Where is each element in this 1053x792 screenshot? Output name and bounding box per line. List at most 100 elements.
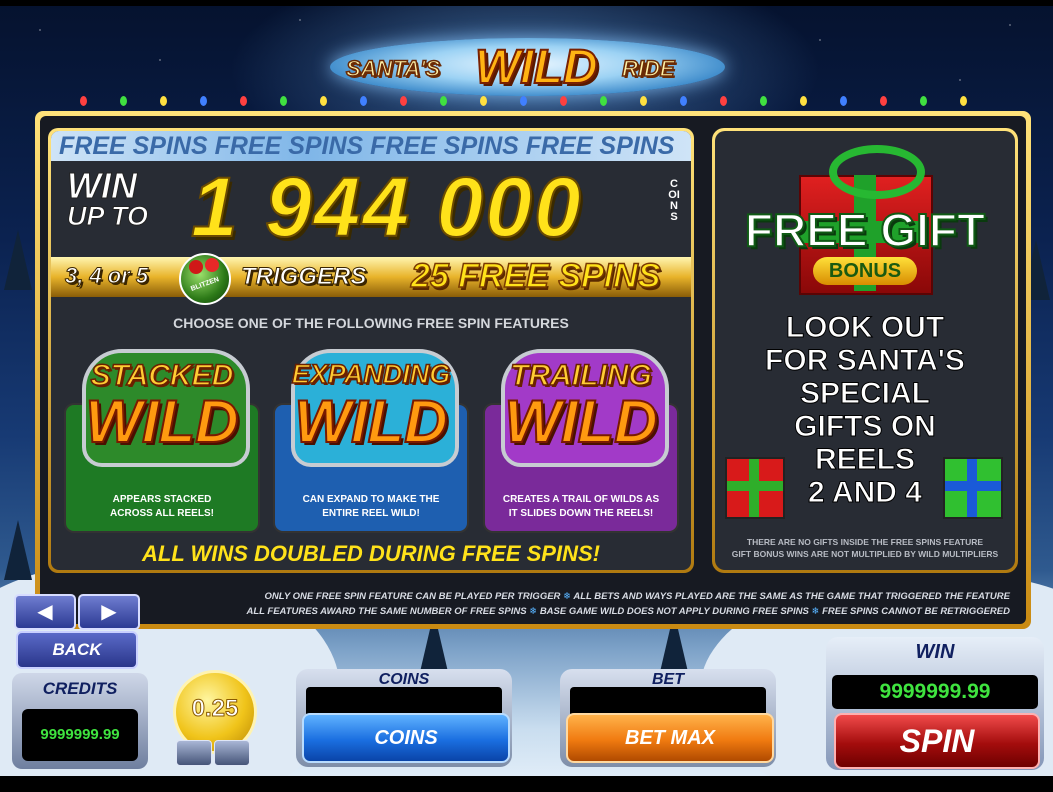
win-up-to-label: WIN UP TO (67, 165, 177, 232)
feature-wild: WILD (503, 387, 658, 456)
choose-feature-text: CHOOSE ONE OF THE FOLLOWING FREE SPIN FE… (173, 315, 569, 331)
credits-panel: CREDITS 9999999.99 (12, 673, 148, 769)
win-value: 9999999.99 (832, 675, 1038, 709)
feature-expanding-wild: EXPANDING WILD CAN EXPAND TO MAKE THE EN… (273, 349, 469, 535)
scatter-symbol-label: BLITZEN (189, 276, 221, 293)
next-page-button[interactable]: ▶ (78, 594, 140, 630)
light-bulb (920, 96, 927, 106)
light-bulb (160, 96, 167, 106)
rule-text: ALL FEATURES AWARD THE SAME NUMBER OF FR… (246, 606, 527, 617)
red-gift-icon (725, 457, 785, 519)
top-letterbox (0, 0, 1053, 6)
green-gift-icon (943, 457, 1003, 519)
triggers-text: TRIGGERS (240, 263, 367, 291)
wins-doubled-text: ALL WINS DOUBLED DURING FREE SPINS! (142, 541, 600, 566)
ornament-ball-icon (205, 258, 219, 272)
bonus-tag: BONUS (813, 257, 917, 285)
scatter-symbol-icon: BLITZEN (179, 253, 231, 305)
trigger-bar: 3, 4 or 5 BLITZEN TRIGGERS 25 FREE SPINS (51, 253, 691, 305)
back-button[interactable]: BACK (16, 631, 138, 669)
light-bulb (560, 96, 567, 106)
game-logo: SANTA'S WILD RIDE (330, 38, 725, 96)
win-label-line2: UP TO (67, 201, 149, 232)
light-bulb (600, 96, 607, 106)
coins-unit-label: COINS (668, 178, 680, 223)
light-bulb (880, 96, 887, 106)
credits-label: CREDITS (42, 679, 118, 698)
max-win-amount: 1 944 000 (190, 159, 583, 255)
free-spins-banner: FREE SPINS FREE SPINS FREE SPINS FREE SP… (51, 131, 691, 161)
christmas-lights (60, 92, 1000, 108)
light-bulb (440, 96, 447, 106)
game-screen: SANTA'S WILD RIDE FREE SPINS FREE SPINS … (0, 0, 1053, 792)
feature-desc-line: APPEARS STACKED (112, 494, 212, 505)
feature-desc-line: ENTIRE REEL WILD! (322, 508, 420, 519)
prev-page-button[interactable]: ◀ (14, 594, 76, 630)
feature-stacked-wild: STACKED WILD APPEARS STACKED ACROSS ALL … (64, 349, 260, 535)
feature-desc-line: ACROSS ALL REELS! (110, 508, 214, 519)
feature-desc-line: CAN EXPAND TO MAKE THE (302, 494, 440, 505)
trigger-counts: 3, 4 or 5 (64, 263, 149, 289)
light-bulb (120, 96, 127, 106)
win-label: WIN (915, 641, 955, 663)
pine-tree (4, 520, 32, 580)
light-bulb (720, 96, 727, 106)
bet-control: BET BET MAX (560, 669, 776, 767)
rules-footnote: ONLY ONE FREE SPIN FEATURE CAN BE PLAYED… (150, 589, 1010, 619)
feature-wild: WILD (293, 387, 448, 456)
lookout-line: GIFTS ON (794, 410, 937, 444)
coins-button[interactable]: COINS (302, 713, 510, 763)
free-spins-panel: FREE SPINS FREE SPINS FREE SPINS FREE SP… (48, 128, 694, 573)
win-panel: WIN 9999999.99 SPIN (826, 637, 1044, 770)
lookout-line: FOR SANTA'S (765, 344, 966, 378)
light-bulb (680, 96, 687, 106)
pine-tree (4, 230, 32, 290)
free-spins-count: 25 FREE SPINS (410, 256, 661, 296)
free-gift-title: FREE GIFT (744, 203, 986, 257)
feature-description: APPEARS STACKED ACROSS ALL REELS! (70, 493, 254, 521)
win-label-line1: WIN (67, 165, 138, 206)
disclaimer-line: THERE ARE NO GIFTS INSIDE THE FREE SPINS… (746, 537, 984, 547)
feature-desc-line: IT SLIDES DOWN THE REELS! (508, 508, 654, 519)
spin-button[interactable]: SPIN (834, 713, 1040, 769)
light-bulb (320, 96, 327, 106)
feature-description: CAN EXPAND TO MAKE THE ENTIRE REEL WILD! (279, 493, 463, 521)
light-bulb (800, 96, 807, 106)
logo-ride: RIDE (621, 55, 675, 82)
light-bulb (960, 96, 967, 106)
light-bulb (80, 96, 87, 106)
light-bulb (520, 96, 527, 106)
free-gift-inner: FREE GIFT BONUS LOOK OUT FOR SANTA'S SPE… (715, 131, 1015, 570)
light-bulb (760, 96, 767, 106)
light-bulb (280, 96, 287, 106)
bottom-letterbox (0, 776, 1053, 792)
gift-ribbon (945, 481, 1001, 491)
feature-wild: WILD (84, 387, 239, 456)
footnote-line: ONLY ONE FREE SPIN FEATURE CAN BE PLAYED… (150, 589, 1010, 604)
feature-trailing-wild: TRAILING WILD CREATES A TRAIL OF WILDS A… (483, 349, 679, 535)
lookout-line: LOOK OUT (785, 311, 945, 345)
light-bulb (840, 96, 847, 106)
snowflake-icon: ❄ (529, 606, 538, 617)
banner-text: FREE SPINS FREE SPINS FREE SPINS FREE SP… (59, 132, 675, 160)
footnote-line: ALL FEATURES AWARD THE SAME NUMBER OF FR… (150, 604, 1010, 619)
rule-text: BASE GAME WILD DOES NOT APPLY DURING FRE… (539, 606, 809, 617)
rule-text: ALL BETS AND WAYS PLAYED ARE THE SAME AS… (573, 591, 1010, 602)
feature-title: EXPANDING (291, 358, 451, 390)
bet-max-button[interactable]: BET MAX (566, 713, 774, 763)
gift-bow (829, 145, 925, 199)
logo-wild: WILD (474, 40, 599, 95)
feature-desc-line: CREATES A TRAIL OF WILDS AS (502, 494, 660, 505)
coin-increase-button[interactable] (214, 740, 250, 766)
snowflake-icon: ❄ (811, 606, 820, 617)
gift-disclaimer: THERE ARE NO GIFTS INSIDE THE FREE SPINS… (715, 536, 1015, 560)
rule-text: FREE SPINS CANNOT BE RETRIGGERED (822, 606, 1010, 617)
lookout-line: SPECIAL (799, 377, 931, 411)
free-gift-panel: FREE GIFT BONUS LOOK OUT FOR SANTA'S SPE… (712, 128, 1018, 573)
rule-text: ONLY ONE FREE SPIN FEATURE CAN BE PLAYED… (264, 591, 561, 602)
light-bulb (640, 96, 647, 106)
coins-control: COINS COINS (296, 669, 512, 767)
light-bulb (360, 96, 367, 106)
light-bulb (200, 96, 207, 106)
coin-decrease-button[interactable] (176, 740, 212, 766)
